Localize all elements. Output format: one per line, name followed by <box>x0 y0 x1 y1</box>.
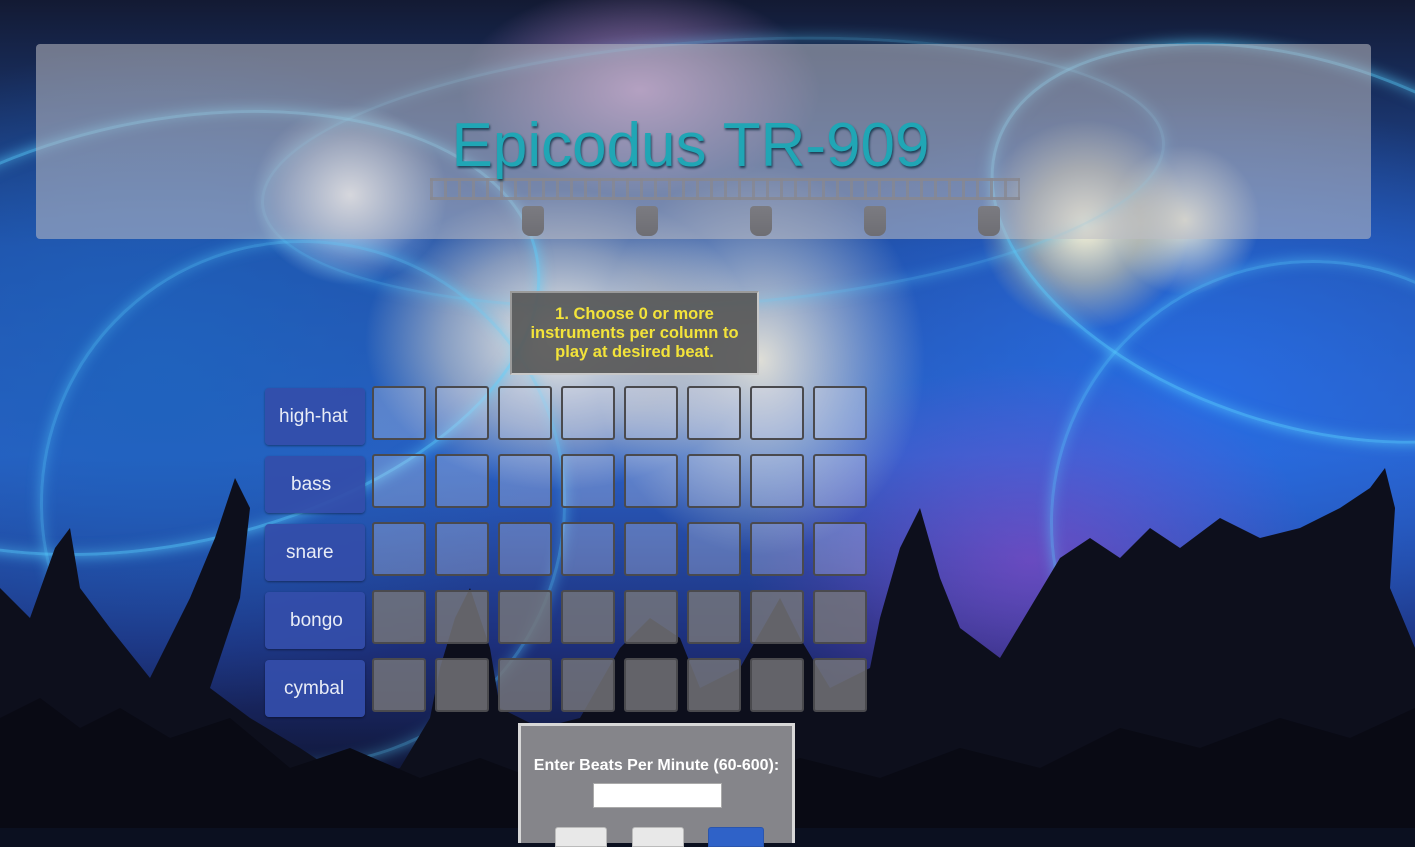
step-cell[interactable] <box>561 522 615 576</box>
step-cell[interactable] <box>624 590 678 644</box>
step-cell[interactable] <box>750 454 804 508</box>
step-cell[interactable] <box>498 522 552 576</box>
step-cell[interactable] <box>372 658 426 712</box>
step-cell[interactable] <box>561 454 615 508</box>
instructions-box: 1. Choose 0 or more instruments per colu… <box>510 291 759 375</box>
bpm-button-1[interactable] <box>555 827 607 847</box>
bpm-label: Enter Beats Per Minute (60-600): <box>533 757 780 774</box>
bpm-button-2[interactable] <box>632 827 684 847</box>
step-cell[interactable] <box>372 522 426 576</box>
step-cell[interactable] <box>687 658 741 712</box>
instrument-button-high-hat[interactable]: high-hat <box>265 388 365 445</box>
step-cell[interactable] <box>498 454 552 508</box>
step-cell[interactable] <box>561 386 615 440</box>
step-cell[interactable] <box>624 522 678 576</box>
step-cell[interactable] <box>372 590 426 644</box>
step-cell[interactable] <box>435 522 489 576</box>
step-cell[interactable] <box>624 386 678 440</box>
step-cell[interactable] <box>750 658 804 712</box>
step-cell[interactable] <box>750 386 804 440</box>
step-cell[interactable] <box>687 522 741 576</box>
step-cell[interactable] <box>372 386 426 440</box>
bpm-button-3[interactable] <box>708 827 764 847</box>
step-cell[interactable] <box>813 386 867 440</box>
step-cell[interactable] <box>687 386 741 440</box>
step-cell[interactable] <box>372 454 426 508</box>
instrument-button-cymbal[interactable]: cymbal <box>265 660 365 717</box>
step-cell[interactable] <box>813 522 867 576</box>
step-cell[interactable] <box>498 658 552 712</box>
step-cell[interactable] <box>813 454 867 508</box>
step-cell[interactable] <box>813 590 867 644</box>
step-cell[interactable] <box>561 658 615 712</box>
step-cell[interactable] <box>624 454 678 508</box>
instrument-button-bongo[interactable]: bongo <box>265 592 365 649</box>
header-banner: Epicodus TR-909 <box>36 44 1371 239</box>
instrument-button-snare[interactable]: snare <box>265 524 365 581</box>
instrument-button-bass[interactable]: bass <box>265 456 365 513</box>
step-cell[interactable] <box>687 454 741 508</box>
step-cell[interactable] <box>435 454 489 508</box>
step-cell[interactable] <box>750 590 804 644</box>
bpm-panel: Enter Beats Per Minute (60-600): <box>518 723 795 847</box>
app-title: Epicodus TR-909 <box>451 111 930 180</box>
step-cell[interactable] <box>561 590 615 644</box>
step-cell[interactable] <box>435 386 489 440</box>
step-cell[interactable] <box>498 386 552 440</box>
step-cell[interactable] <box>498 590 552 644</box>
bpm-input[interactable] <box>593 783 722 808</box>
step-cell[interactable] <box>813 658 867 712</box>
step-cell[interactable] <box>435 590 489 644</box>
step-cell[interactable] <box>687 590 741 644</box>
step-cell[interactable] <box>435 658 489 712</box>
step-cell[interactable] <box>624 658 678 712</box>
step-cell[interactable] <box>750 522 804 576</box>
